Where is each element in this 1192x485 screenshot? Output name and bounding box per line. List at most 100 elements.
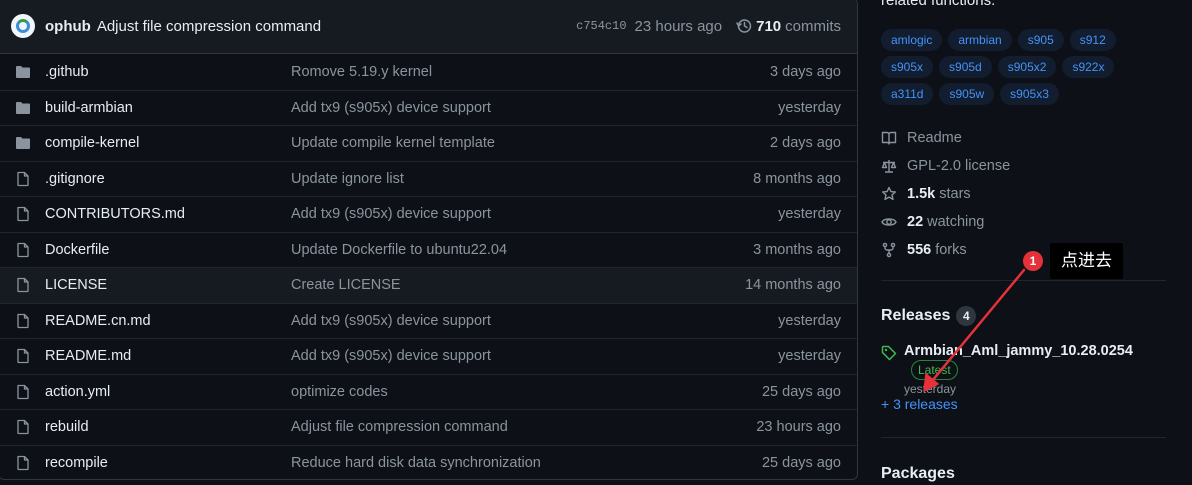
file-commit-message[interactable]: Add tx9 (s905x) device support (291, 348, 778, 364)
file-commit-message[interactable]: Update ignore list (291, 171, 753, 187)
file-row[interactable]: LICENSE Create LICENSE 14 months ago (0, 267, 857, 303)
topic-tag[interactable]: s905x (881, 56, 934, 78)
file-name[interactable]: .github (45, 64, 291, 80)
topics-list: amlogic armbian s905 s912 s905x s905d s905x2 s9… (881, 29, 1171, 105)
latest-release[interactable]: Armbian_Aml_jammy_10.28.0254 Latest yest… (881, 342, 1171, 396)
file-icon-wrap (15, 242, 31, 258)
commit-author[interactable]: ophub (45, 18, 91, 35)
file-commit-time: yesterday (778, 99, 841, 116)
file-commit-message[interactable]: Update compile kernel template (291, 135, 770, 151)
topic-tag[interactable]: s905x3 (1000, 83, 1059, 105)
stars-link[interactable]: 1.5k stars (881, 180, 1010, 208)
file-commit-message[interactable]: optimize codes (291, 384, 762, 400)
topic-tag[interactable]: s905w (939, 83, 995, 105)
file-row[interactable]: Dockerfile Update Dockerfile to ubuntu22.… (0, 231, 857, 268)
file-icon (17, 171, 29, 186)
file-commit-time: 3 days ago (770, 63, 841, 80)
file-commit-time: 25 days ago (761, 383, 841, 400)
topic-tag[interactable]: a311d (881, 83, 934, 105)
topic-tag[interactable]: amlogic (881, 29, 943, 51)
license-link[interactable]: GPL-2.0 license (881, 152, 1010, 180)
forks-link[interactable]: 556 forks (881, 236, 1010, 264)
latest-commit-bar: ophub Adjust file compression command c7… (0, 0, 857, 54)
file-commit-message[interactable]: Romove 5.19.y kernel (291, 64, 770, 80)
release-date: yesterday (904, 382, 957, 396)
file-commit-message[interactable]: Add tx9 (s905x) device support (291, 206, 778, 222)
commits-count: 710 (756, 17, 782, 35)
releases-count-badge: 4 (956, 306, 977, 326)
releases-heading[interactable]: Releases 4 (881, 306, 977, 326)
star-icon (882, 186, 896, 201)
readme-label: Readme (907, 130, 962, 146)
file-name[interactable]: compile-kernel (45, 135, 291, 151)
commits-label: commits (785, 17, 841, 35)
file-row[interactable]: .github Romove 5.19.y kernel 3 days ago (0, 54, 857, 90)
file-icon-wrap (15, 384, 31, 400)
divider (881, 280, 1166, 281)
file-name[interactable]: build-armbian (45, 100, 291, 116)
file-commit-message[interactable]: Add tx9 (s905x) device support (291, 100, 778, 116)
file-row[interactable]: .gitignore Update ignore list 8 months ago (0, 160, 857, 197)
topic-tag[interactable]: s905x2 (997, 56, 1057, 78)
eye-icon (881, 218, 897, 226)
file-commit-message[interactable]: Reduce hard disk data synchronization (291, 455, 762, 471)
commit-sha[interactable]: c754c10 (576, 19, 626, 33)
about-description: related functions. (881, 0, 996, 9)
more-releases-link[interactable]: + 3 releases (881, 396, 958, 412)
watching-link[interactable]: 22 watching (881, 208, 1010, 236)
file-row[interactable]: action.yml optimize codes 25 days ago (0, 373, 857, 410)
file-name[interactable]: CONTRIBUTORS.md (45, 206, 291, 222)
packages-heading[interactable]: Packages (881, 465, 955, 483)
file-icon (17, 420, 29, 435)
avatar[interactable] (11, 14, 35, 38)
file-name[interactable]: README.cn.md (45, 313, 291, 329)
topic-tag[interactable]: s922x (1062, 56, 1115, 78)
forks-label: forks (935, 242, 967, 258)
folder-icon (16, 101, 30, 114)
file-commit-message[interactable]: Create LICENSE (291, 277, 745, 293)
file-row[interactable]: CONTRIBUTORS.md Add tx9 (s905x) device su… (0, 196, 857, 232)
file-commit-time: yesterday (778, 312, 841, 329)
file-name[interactable]: rebuild (45, 419, 291, 435)
latest-badge: Latest (911, 360, 958, 380)
commit-message[interactable]: Adjust file compression command (97, 18, 321, 35)
file-row[interactable]: build-armbian Add tx9 (s905x) device supp… (0, 89, 857, 126)
topic-tag[interactable]: s912 (1069, 29, 1116, 51)
file-row[interactable]: README.cn.md Add tx9 (s905x) device suppo… (0, 302, 857, 339)
file-listing: ophub Adjust file compression command c7… (0, 0, 858, 480)
folder-icon-wrap (15, 100, 31, 116)
topic-tag[interactable]: s905d (939, 56, 992, 78)
file-row[interactable]: rebuild Adjust file compression command 23… (0, 409, 857, 445)
topic-tag[interactable]: s905 (1017, 29, 1064, 51)
file-icon (17, 349, 29, 364)
file-name[interactable]: LICENSE (45, 277, 291, 293)
file-commit-message[interactable]: Add tx9 (s905x) device support (291, 313, 778, 329)
annotation-number: 1 (1023, 251, 1043, 271)
watching-count: 22 (907, 214, 924, 230)
file-icon-wrap (15, 313, 31, 329)
file-icon (17, 384, 29, 399)
file-commit-time: yesterday (778, 206, 841, 223)
file-commit-message[interactable]: Adjust file compression command (291, 419, 756, 435)
readme-link[interactable]: Readme (881, 124, 1010, 152)
file-row[interactable]: recompile Reduce hard disk data synchroni… (0, 444, 857, 480)
file-icon-wrap (15, 348, 31, 364)
file-icon (17, 455, 29, 470)
release-name[interactable]: Armbian_Aml_jammy_10.28.0254 (904, 343, 1133, 359)
file-commit-message[interactable]: Update Dockerfile to ubuntu22.04 (291, 242, 753, 258)
book-icon (881, 131, 897, 145)
file-name[interactable]: README.md (45, 348, 291, 364)
file-icon-wrap (15, 171, 31, 187)
history-icon (736, 19, 752, 33)
file-name[interactable]: Dockerfile (45, 242, 291, 258)
file-row[interactable]: compile-kernel Update compile kernel temp… (0, 125, 857, 161)
topic-tag[interactable]: armbian (948, 29, 1012, 51)
file-row[interactable]: README.md Add tx9 (s905x) device support y… (0, 338, 857, 374)
file-icon-wrap (15, 206, 31, 222)
commits-history-link[interactable]: 710 commits (736, 18, 841, 35)
file-name[interactable]: action.yml (45, 384, 291, 400)
file-name[interactable]: recompile (45, 455, 291, 471)
file-commit-time: 25 days ago (761, 454, 841, 471)
folder-icon-wrap (15, 64, 31, 80)
file-name[interactable]: .gitignore (45, 171, 291, 187)
